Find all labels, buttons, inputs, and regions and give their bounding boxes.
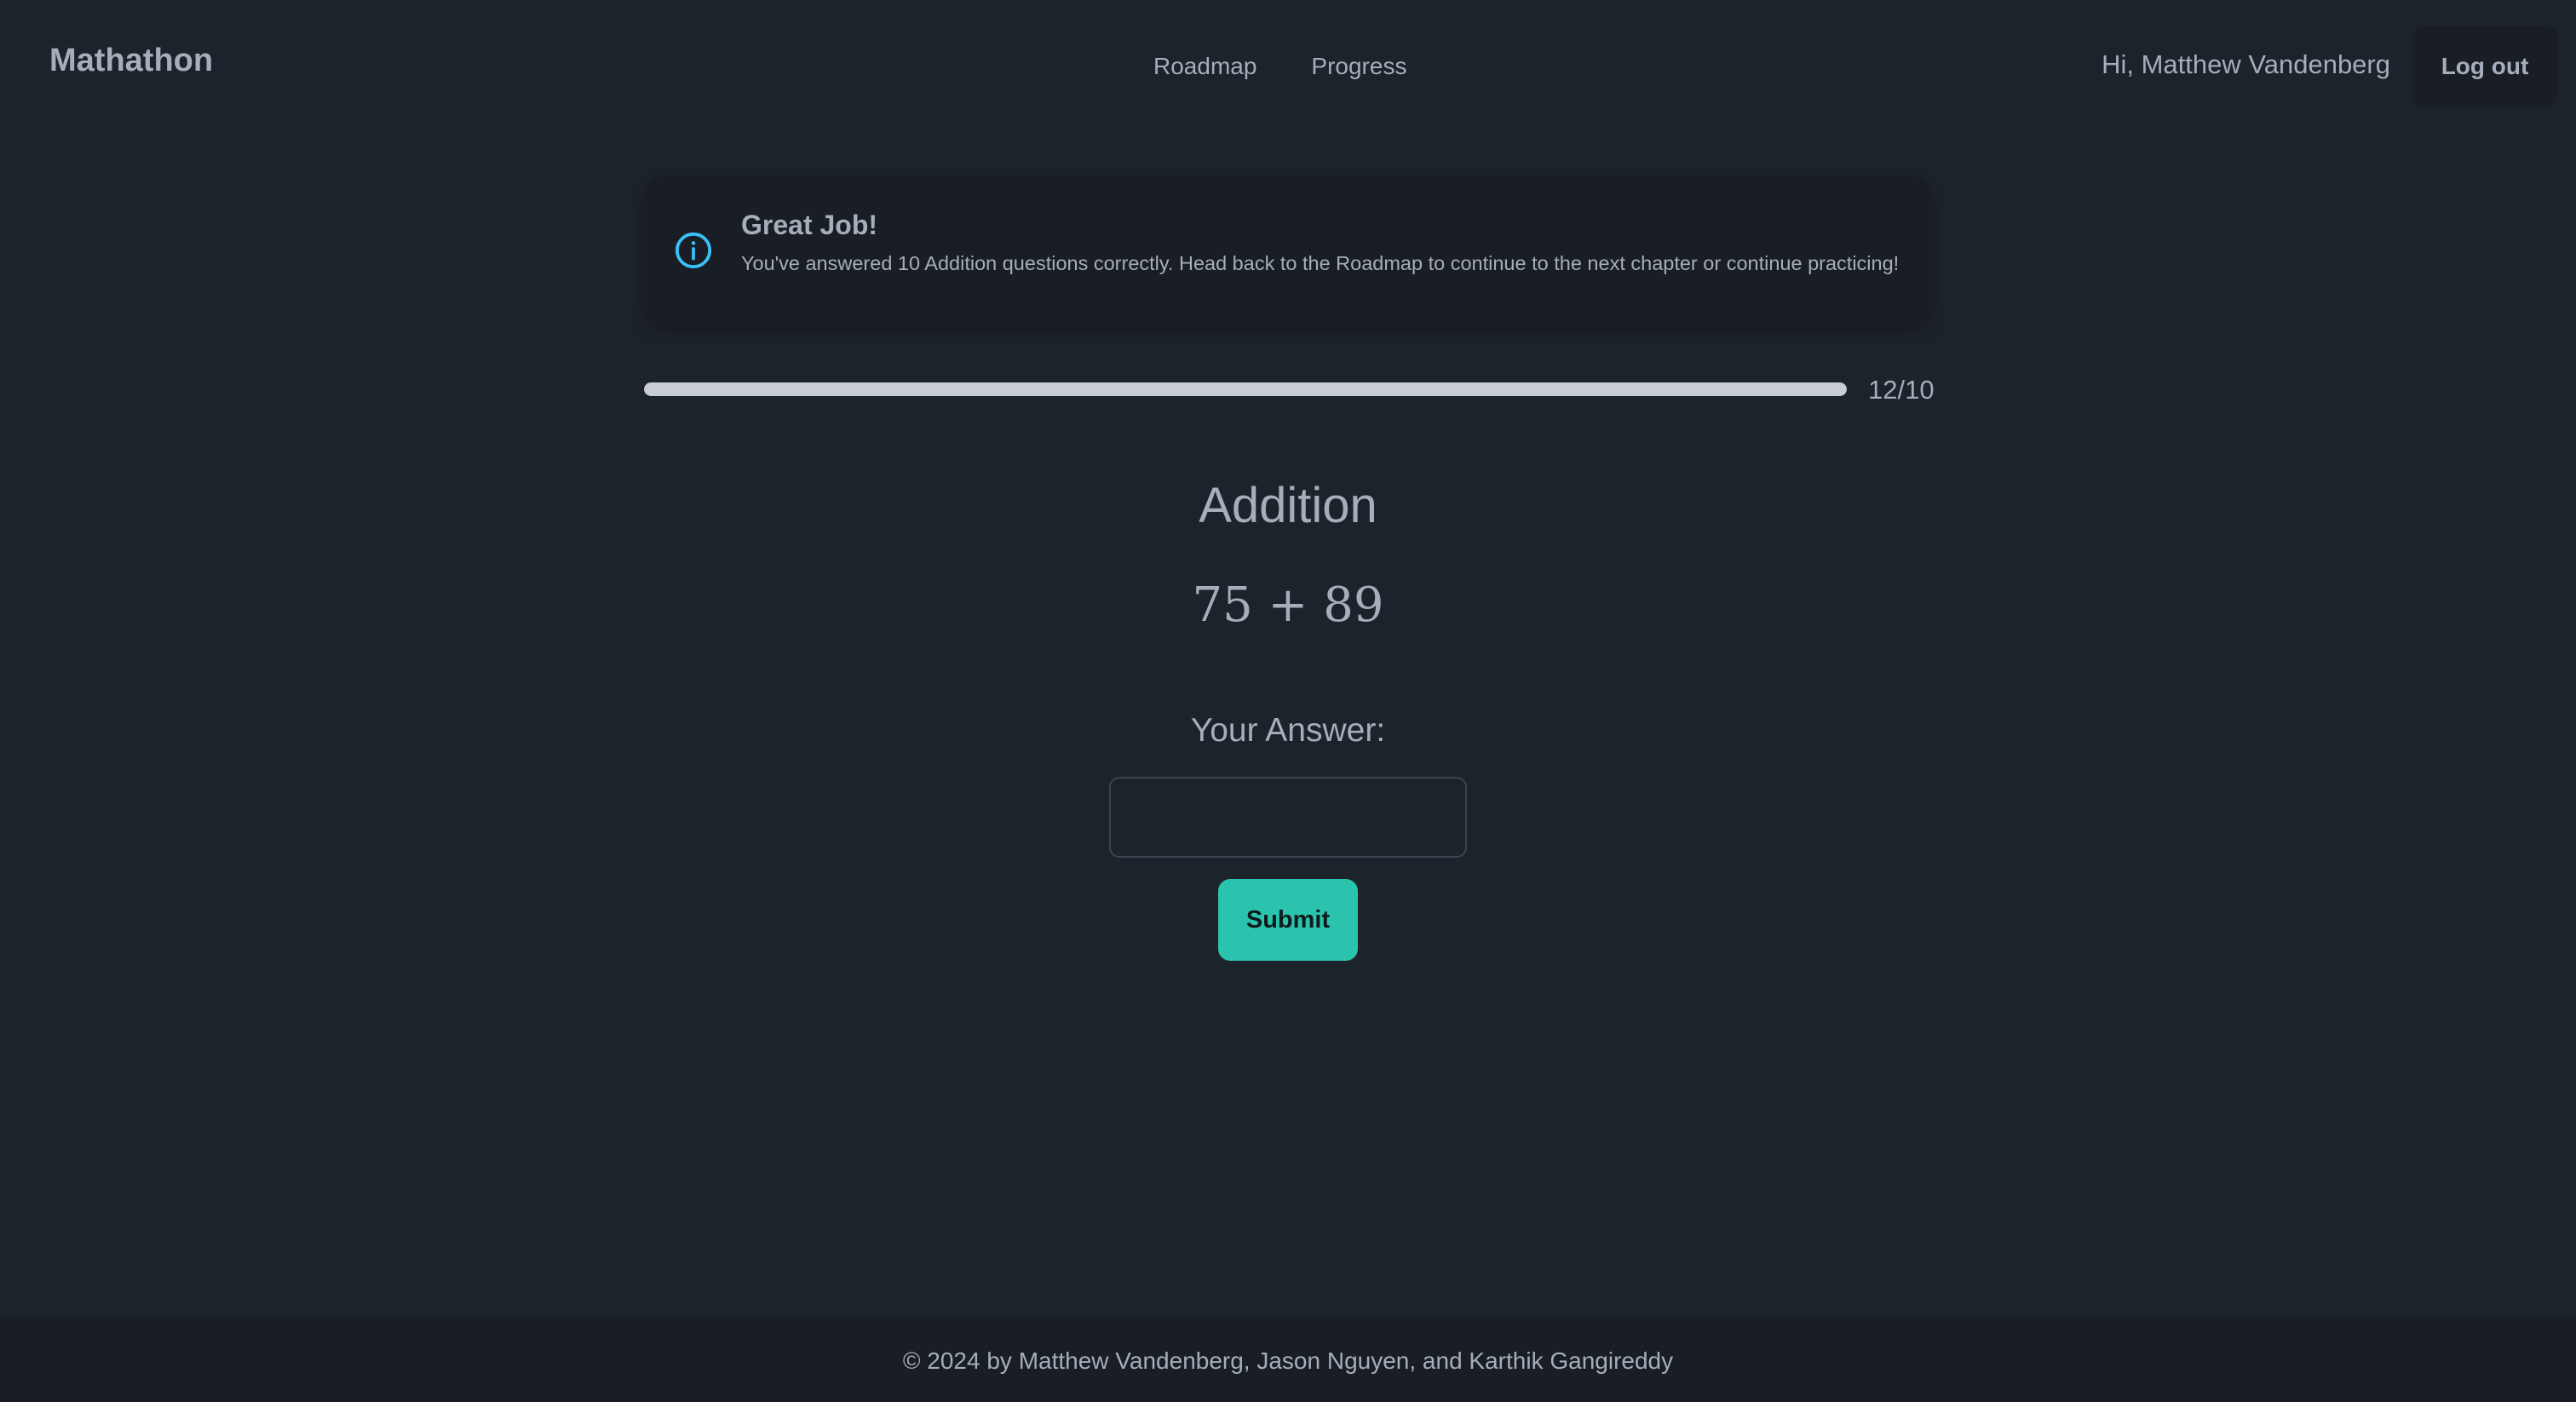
logout-button[interactable]: Log out (2412, 26, 2557, 107)
footer: © 2024 by Matthew Vandenberg, Jason Nguy… (0, 1317, 2576, 1402)
nav-link-roadmap[interactable]: Roadmap (1153, 53, 1256, 80)
navbar: Mathathon Roadmap Progress Hi, Matthew V… (0, 0, 2576, 133)
progress-fill (644, 382, 1847, 396)
answer-label: Your Answer: (1190, 712, 1386, 749)
page: Mathathon Roadmap Progress Hi, Matthew V… (0, 0, 2576, 1402)
submit-button[interactable]: Submit (1218, 879, 1358, 961)
success-alert: Great Job! You've answered 10 Addition q… (644, 175, 1932, 327)
chapter-title: Addition (1199, 478, 1377, 533)
user-greeting: Hi, Matthew Vandenberg (2102, 49, 2390, 79)
info-circle-icon (675, 232, 712, 269)
nav-link-progress[interactable]: Progress (1311, 53, 1406, 80)
alert-title: Great Job! (741, 210, 878, 240)
progress-bar (644, 382, 1847, 396)
answer-input[interactable] (1109, 777, 1467, 858)
brand-logo[interactable]: Mathathon (49, 43, 213, 79)
progress-count: 12/10 (1868, 375, 1935, 405)
nav-links: Roadmap Progress (1153, 53, 1406, 80)
alert-message: You've answered 10 Addition questions co… (741, 252, 1900, 274)
footer-copyright: © 2024 by Matthew Vandenberg, Jason Nguy… (902, 1347, 1674, 1374)
math-problem: 75 + 89 (1192, 577, 1384, 633)
